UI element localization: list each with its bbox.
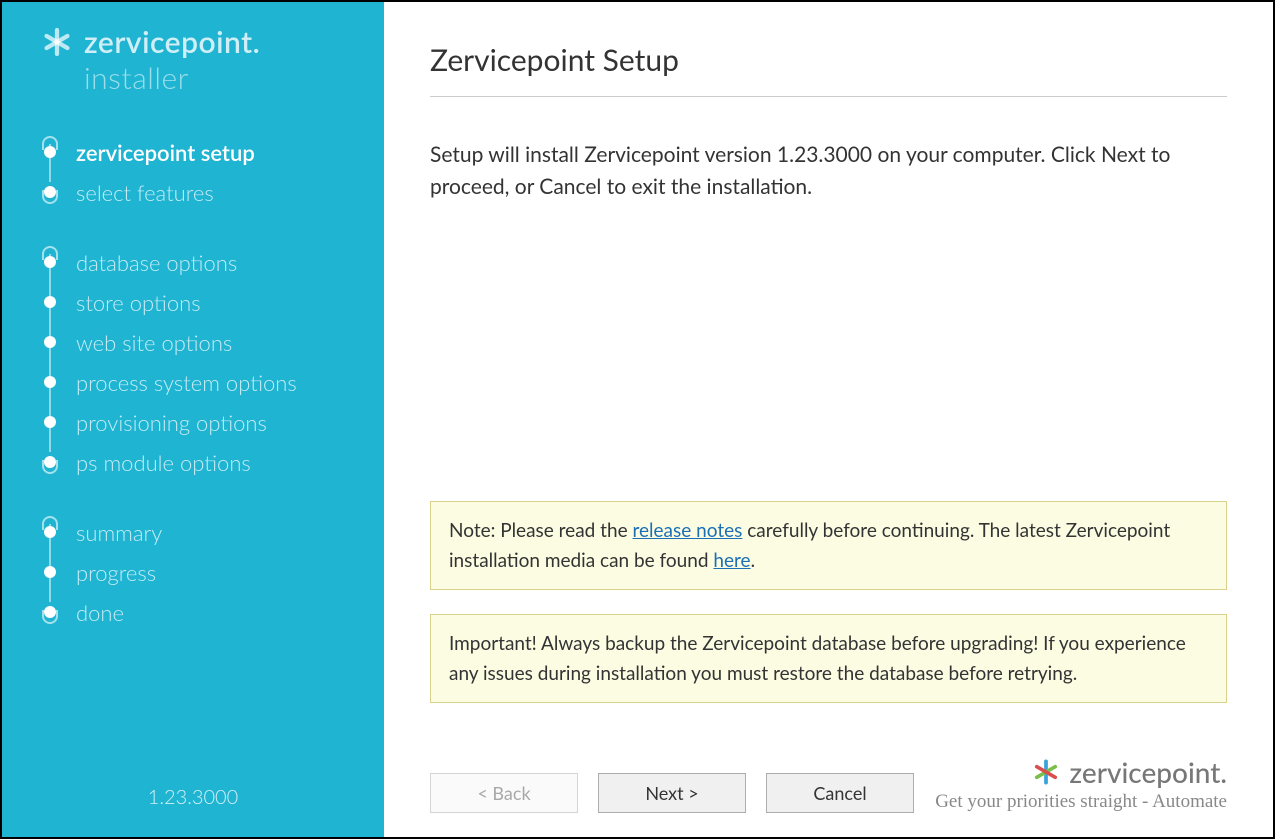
brand-subtitle: installer (84, 60, 360, 96)
step-process-system-options[interactable]: process system options (40, 362, 384, 402)
step-label: database options (76, 249, 237, 276)
bullet-icon (44, 416, 56, 428)
wizard-steps: zervicepoint setup select features datab… (2, 132, 384, 662)
bullet-icon (44, 606, 56, 618)
bullet-icon (44, 186, 56, 198)
step-ps-module-options[interactable]: ps module options (40, 442, 384, 482)
main-panel: Zervicepoint Setup Setup will install Ze… (384, 2, 1273, 837)
next-button[interactable]: Next > (598, 773, 746, 813)
step-label: select features (76, 179, 214, 206)
version-label: 1.23.3000 (2, 785, 384, 809)
install-media-link[interactable]: here (713, 549, 750, 572)
brand-name: zervicepoint. (84, 24, 260, 60)
bullet-icon (44, 456, 56, 468)
step-label: store options (76, 289, 201, 316)
step-label: zervicepoint setup (76, 139, 255, 166)
bullet-icon (44, 376, 56, 388)
release-notes-link[interactable]: release notes (632, 519, 742, 542)
step-setup[interactable]: zervicepoint setup (40, 132, 384, 172)
step-label: process system options (76, 369, 297, 396)
cancel-button[interactable]: Cancel (766, 773, 914, 813)
sidebar: zervicepoint. installer zervicepoint set… (2, 2, 384, 837)
footer-row: < Back Next > Cancel zervicepoint. Get y… (430, 755, 1227, 813)
step-label: provisioning options (76, 409, 267, 436)
step-select-features[interactable]: select features (40, 172, 384, 212)
step-provisioning-options[interactable]: provisioning options (40, 402, 384, 442)
note-text: . (751, 549, 755, 572)
step-group-1: zervicepoint setup select features (40, 132, 384, 212)
bullet-icon (44, 336, 56, 348)
step-label: web site options (76, 329, 232, 356)
bullet-icon (44, 526, 56, 538)
back-button: < Back (430, 773, 578, 813)
note-release-notes: Note: Please read the release notes care… (430, 501, 1227, 590)
footer-brand-name: zervicepoint. (1069, 755, 1227, 789)
step-label: ps module options (76, 449, 251, 476)
asterisk-color-icon (1031, 757, 1061, 787)
bullet-icon (44, 566, 56, 578)
bullet-icon (44, 146, 56, 158)
divider (430, 96, 1227, 97)
step-done[interactable]: done (40, 592, 384, 632)
step-database-options[interactable]: database options (40, 242, 384, 282)
footer-tagline: Get your priorities straight - Automate (935, 791, 1227, 813)
bullet-icon (44, 256, 56, 268)
step-label: done (76, 599, 124, 626)
step-group-2: database options store options web site … (40, 242, 384, 482)
step-progress[interactable]: progress (40, 552, 384, 592)
note-backup-warning: Important! Always backup the Zervicepoin… (430, 614, 1227, 703)
step-label: progress (76, 559, 156, 586)
footer-brand: zervicepoint. Get your priorities straig… (935, 755, 1227, 813)
step-label: summary (76, 519, 162, 546)
sidebar-brand: zervicepoint. installer (2, 24, 384, 104)
note-text: Note: Please read the (449, 519, 632, 542)
page-title: Zervicepoint Setup (430, 42, 1227, 78)
step-store-options[interactable]: store options (40, 282, 384, 322)
step-web-site-options[interactable]: web site options (40, 322, 384, 362)
step-summary[interactable]: summary (40, 512, 384, 552)
installer-window: zervicepoint. installer zervicepoint set… (0, 0, 1275, 839)
step-group-3: summary progress done (40, 512, 384, 632)
wizard-buttons: < Back Next > Cancel (430, 773, 914, 813)
bullet-icon (44, 296, 56, 308)
intro-text: Setup will install Zervicepoint version … (430, 139, 1227, 202)
asterisk-icon (40, 25, 74, 59)
